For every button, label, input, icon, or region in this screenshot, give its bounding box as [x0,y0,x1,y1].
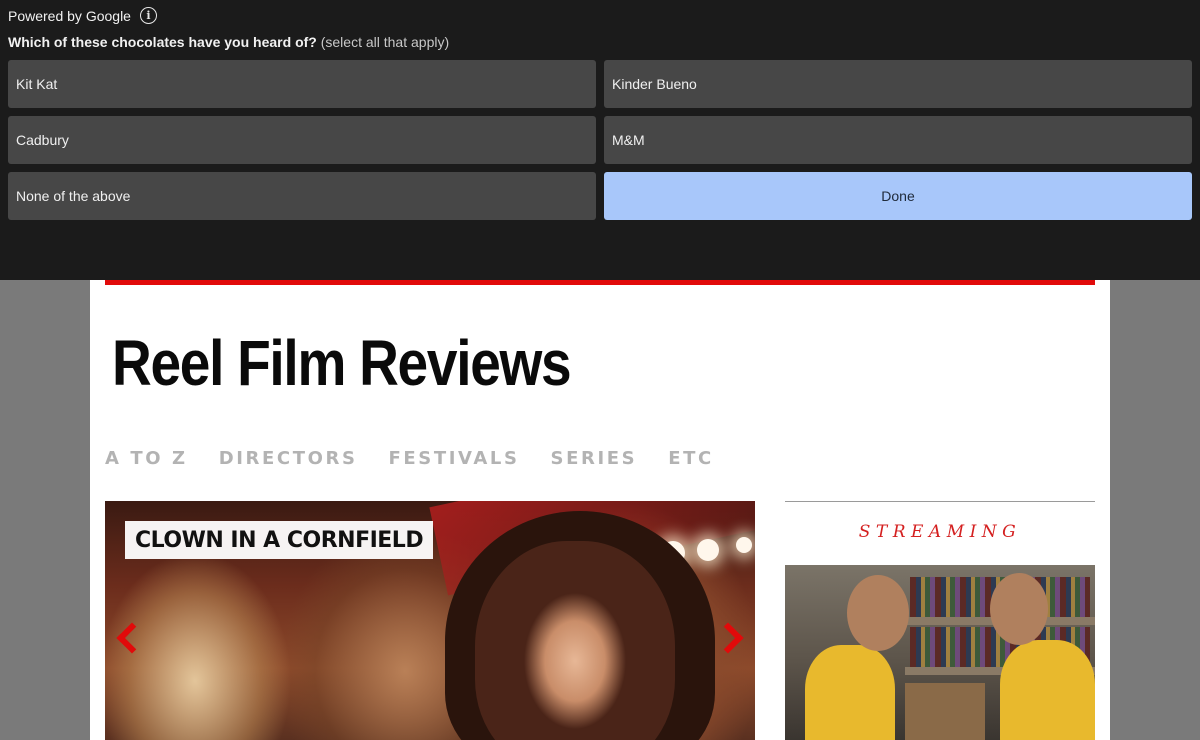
survey-panel: Powered by Google i Which of these choco… [0,0,1200,280]
person-right-body [1000,640,1095,740]
main-nav: A TO Z DIRECTORS FESTIVALS SERIES ETC [105,448,745,469]
option-kit-kat[interactable]: Kit Kat [8,60,596,108]
sidebar-heading: STREAMING [858,522,1022,542]
nav-a-to-z[interactable]: A TO Z [105,448,188,469]
nav-festivals[interactable]: FESTIVALS [389,448,520,469]
info-icon[interactable]: i [139,7,157,24]
nav-series[interactable]: SERIES [551,448,638,469]
hero-light [697,539,719,561]
option-none-of-the-above[interactable]: None of the above [8,172,596,220]
hero-caption[interactable]: CLOWN IN A CORNFIELD [125,521,434,559]
nav-directors[interactable]: DIRECTORS [219,448,358,469]
hero-image-face [475,541,675,740]
person-left-body [805,645,895,740]
chevron-right-icon[interactable] [712,622,744,654]
survey-question: Which of these chocolates have you heard… [8,34,449,50]
question-hint: (select all that apply) [320,34,450,50]
chevron-left-icon[interactable] [116,622,148,654]
website-page: Reel Film Reviews A TO Z DIRECTORS FESTI… [90,280,1110,740]
hero-light [736,537,752,553]
powered-by-label: Powered by Google [8,7,131,24]
site-title[interactable]: Reel Film Reviews [112,326,572,400]
done-button[interactable]: Done [604,172,1192,220]
person-right-head [990,573,1048,645]
hero-slider[interactable]: CLOWN IN A CORNFIELD [105,501,755,740]
person-left-head [847,575,909,651]
nav-etc[interactable]: ETC [668,448,714,469]
option-cadbury[interactable]: Cadbury [8,116,596,164]
powered-by: Powered by Google i [8,7,157,24]
header-accent-bar [105,280,1095,285]
streaming-image[interactable] [785,565,1095,740]
question-text: Which of these chocolates have you heard… [8,34,317,50]
sidebar-divider [785,501,1095,502]
option-kinder-bueno[interactable]: Kinder Bueno [604,60,1192,108]
option-m-and-m[interactable]: M&M [604,116,1192,164]
counter [905,683,985,740]
